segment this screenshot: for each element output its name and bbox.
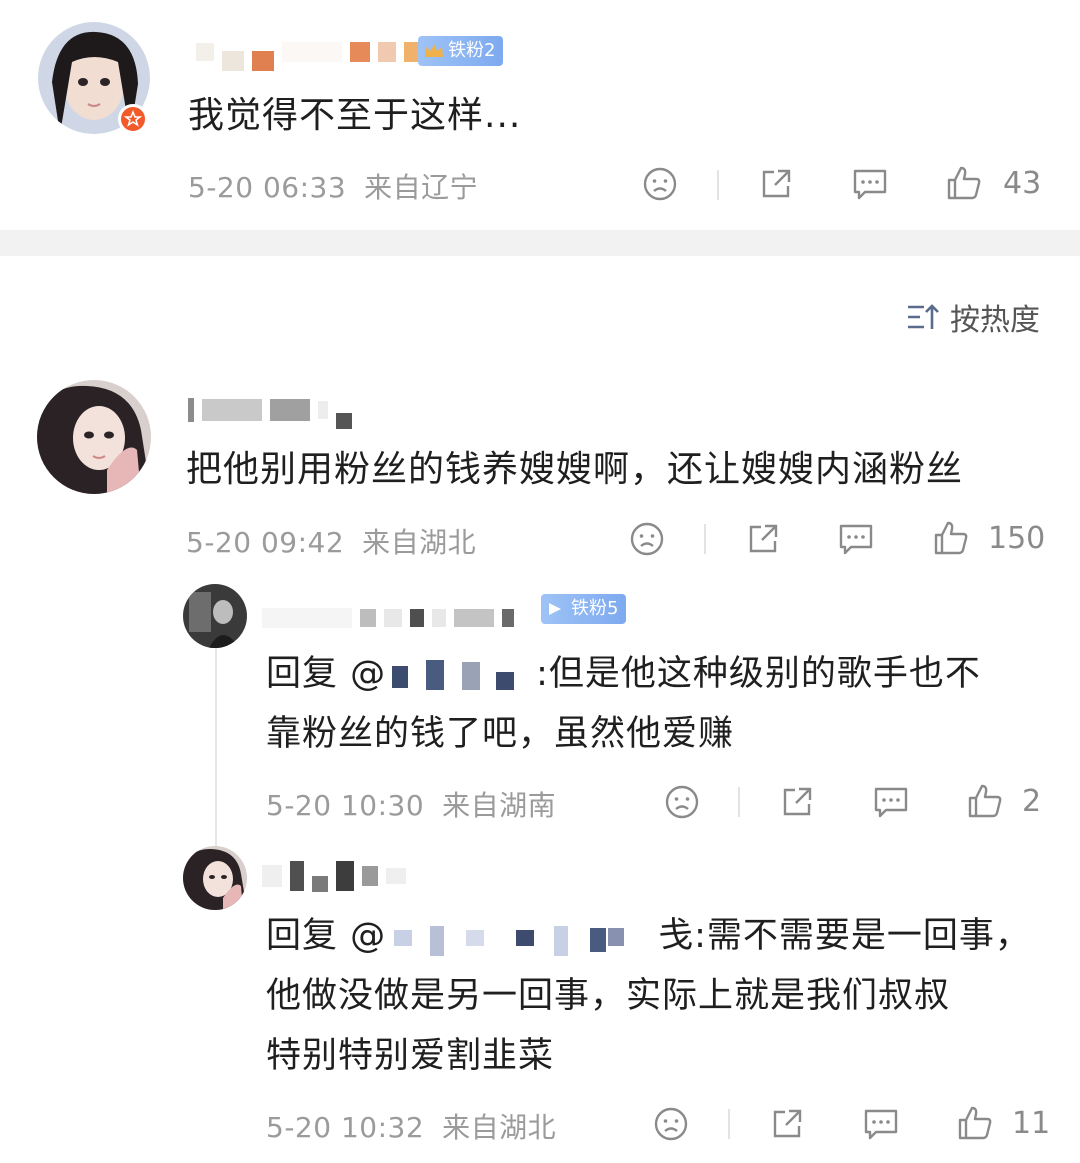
dislike-button[interactable] (653, 1106, 689, 1142)
comment-bubble-icon (864, 1109, 898, 1140)
dislike-button[interactable] (642, 166, 678, 202)
reply-line1: :但是他这种级别的歌手也不 (536, 654, 981, 694)
thumbs-up-icon (934, 521, 968, 555)
reply-line2: 靠粉丝的钱了吧，虽然他爱赚 (266, 714, 735, 754)
thumbs-up-icon (968, 784, 1002, 818)
comment-text: 我觉得不至于这样... (188, 95, 522, 136)
mentioned-user-masked[interactable] (386, 658, 536, 692)
fan-badge-arrow-icon (549, 603, 561, 615)
like-button[interactable]: 2 (966, 782, 1041, 820)
comment-date: 5-20 09:42 (186, 526, 345, 559)
comment-bubble-icon (853, 169, 887, 200)
sort-toggle[interactable]: 按热度 (906, 295, 1040, 339)
fan-badge-label: 铁粉2 (448, 40, 496, 61)
reply-thread-line (215, 648, 217, 848)
share-button[interactable] (779, 784, 815, 820)
comment-location: 来自湖北 (442, 1111, 557, 1144)
comment-location: 来自湖北 (362, 526, 477, 559)
reply-line2: 他做没做是另一回事，实际上就是我们叔叔 (266, 976, 951, 1016)
share-button[interactable] (758, 166, 794, 202)
like-button[interactable]: 43 (945, 164, 1041, 202)
verified-badge-icon (118, 104, 148, 134)
reply-text: 回复 @ :但是他这种级别的歌手也不 靠粉丝的钱了吧，虽然他爱赚 (266, 644, 1056, 764)
comment-date: 5-20 10:32 (266, 1111, 425, 1144)
frown-face-icon (630, 522, 664, 556)
comment-date: 5-20 10:30 (266, 789, 425, 822)
like-count: 11 (1012, 1105, 1051, 1141)
share-icon (749, 524, 778, 553)
sort-icon (908, 304, 939, 329)
frown-face-icon (654, 1107, 688, 1141)
dislike-button[interactable] (629, 521, 665, 557)
reply-meta: 5-20 10:32 来自湖北 (266, 1106, 556, 1146)
reply-line1: 戋:需不需要是一回事， (658, 916, 1031, 956)
fan-level-badge: 铁粉2 (418, 36, 504, 66)
reply-button[interactable] (862, 1106, 900, 1142)
username-masked[interactable] (196, 32, 422, 72)
comment-location: 来自湖南 (442, 789, 557, 822)
reply-line: 回复 @ 戋:需不需要是一回事， (266, 906, 1056, 966)
comment-bubble-icon (874, 787, 908, 818)
crown-icon (425, 44, 443, 57)
share-icon (783, 787, 812, 816)
comment-meta: 5-20 06:33 来自辽宁 (188, 166, 478, 206)
sort-label: 按热度 (950, 303, 1040, 338)
reply-line: 回复 @ :但是他这种级别的歌手也不 (266, 644, 1056, 704)
reply-button[interactable] (837, 521, 875, 557)
comment-location: 来自辽宁 (364, 171, 479, 204)
share-icon (773, 1109, 802, 1138)
action-divider (728, 1109, 730, 1139)
share-icon (762, 169, 791, 198)
fan-level-badge: 铁粉5 (541, 594, 627, 624)
comment-bubble-icon (839, 524, 873, 555)
action-divider (704, 524, 706, 554)
like-count: 43 (1003, 165, 1042, 201)
username-masked[interactable] (262, 598, 514, 638)
reply-line3: 特别特别爱割韭菜 (266, 1036, 555, 1076)
like-button[interactable]: 11 (956, 1104, 1050, 1142)
like-count: 150 (988, 520, 1046, 556)
thumbs-up-icon (958, 1106, 992, 1140)
fan-badge-label: 铁粉5 (571, 598, 619, 619)
comment-text: 把他别用粉丝的钱养嫂嫂啊，还让嫂嫂内涵粉丝 (186, 449, 964, 490)
username-masked[interactable] (262, 856, 406, 896)
comment-date: 5-20 06:33 (188, 171, 347, 204)
reply-button[interactable] (851, 166, 889, 202)
action-divider (717, 170, 719, 200)
avatar[interactable] (183, 846, 247, 910)
mentioned-user-masked[interactable] (386, 920, 658, 956)
reply-meta: 5-20 10:30 来自湖南 (266, 784, 556, 824)
thumbs-up-icon (947, 166, 981, 200)
frown-face-icon (643, 167, 677, 201)
dislike-button[interactable] (664, 784, 700, 820)
frown-face-icon (665, 785, 699, 819)
reply-button[interactable] (872, 784, 910, 820)
like-count: 2 (1022, 783, 1042, 819)
comment-meta: 5-20 09:42 来自湖北 (186, 521, 476, 561)
section-separator (0, 230, 1080, 256)
reply-prefix: 回复 @ (266, 916, 387, 956)
share-button[interactable] (745, 521, 781, 557)
like-button[interactable]: 150 (932, 519, 1045, 557)
reply-prefix: 回复 @ (266, 654, 387, 694)
reply-text: 回复 @ 戋:需不需要是一回事， 他做没做是另一回事，实际上就是我们叔叔 特别特… (266, 906, 1056, 1086)
username-masked[interactable] (188, 390, 352, 430)
action-divider (738, 787, 740, 817)
avatar[interactable] (183, 584, 247, 648)
share-button[interactable] (769, 1106, 805, 1142)
avatar[interactable] (37, 380, 151, 494)
